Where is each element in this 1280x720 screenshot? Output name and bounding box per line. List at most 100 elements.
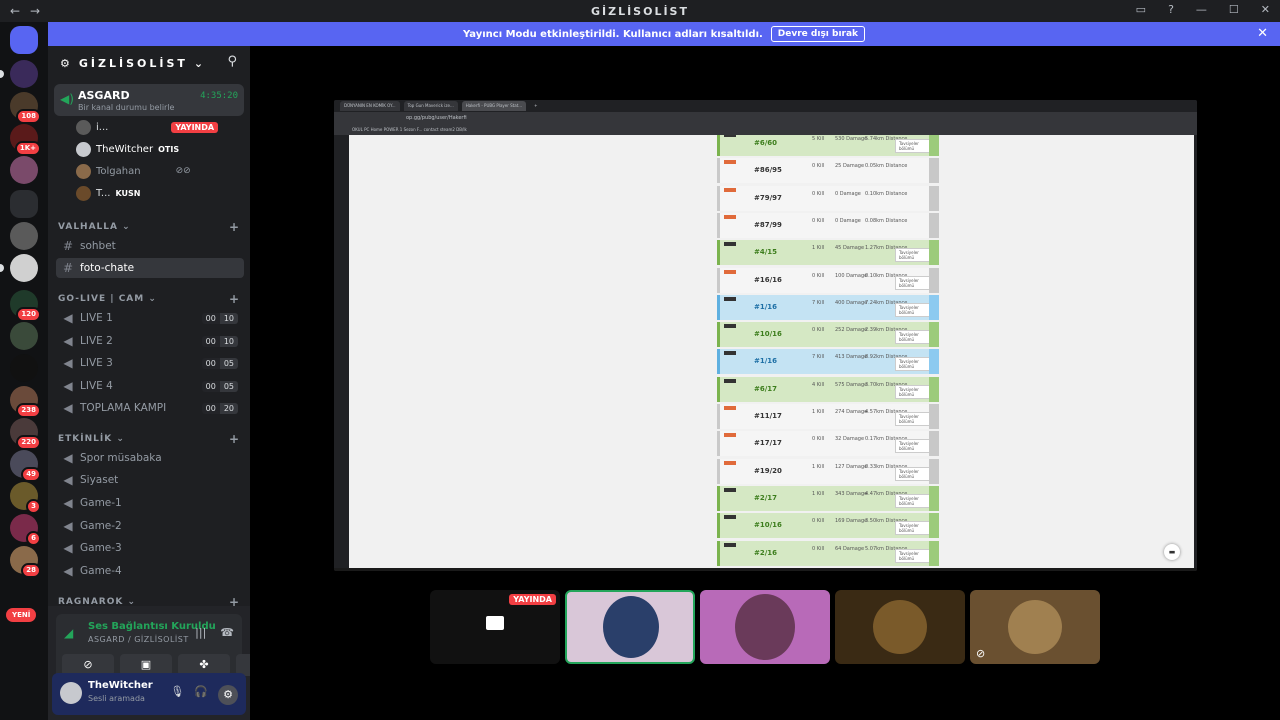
category-etkinlik[interactable]: ETKİNLİK ⌄ + xyxy=(58,432,240,446)
avatar xyxy=(76,163,91,179)
expand-toggle xyxy=(929,294,939,320)
channel-sohbet[interactable]: # sohbet xyxy=(56,236,244,256)
channel-live-4[interactable]: ◀ LIVE 4 00 05 xyxy=(56,376,244,396)
match-damage: 45 Damage xyxy=(835,245,865,252)
match-rank: #6/17 xyxy=(754,384,778,393)
avatar xyxy=(76,185,91,201)
mode-badge xyxy=(724,515,736,520)
help-icon[interactable]: ? xyxy=(1168,3,1174,16)
folder-icon[interactable] xyxy=(10,190,38,218)
channel-live-3[interactable]: ◀ LIVE 3 00 05 xyxy=(56,353,244,373)
server-icon[interactable]: 238 xyxy=(10,386,41,418)
title-bar: ←→ GİZLİSOLİST ▭ ? — ☐ ✕ xyxy=(0,0,1280,22)
server-icon[interactable] xyxy=(10,222,38,250)
signal-icon[interactable]: ◢ xyxy=(64,626,73,640)
webpage: ▬ #6/60 5 Kill 530 Damage 5.74km Distance Ta… xyxy=(349,135,1194,568)
expand-toggle xyxy=(929,513,939,539)
match-kills: 0 Kill xyxy=(812,190,825,197)
channel-game-3[interactable]: ◀ Game-3 xyxy=(56,538,244,558)
server-icon[interactable] xyxy=(10,156,38,184)
category-golive[interactable]: GO-LIVE | CAM ⌄ + xyxy=(58,292,240,306)
minimize-icon[interactable]: — xyxy=(1196,3,1207,16)
browser-tab: Hakerfi - PUBG Player Stat... xyxy=(461,101,527,111)
voice-user[interactable]: Tolgahan ⊘⊘ xyxy=(76,162,191,180)
server-icon[interactable]: 3 xyxy=(10,482,41,514)
mode-badge xyxy=(724,351,736,356)
channel-game-4[interactable]: ◀ Game-4 xyxy=(56,561,244,581)
disable-streamer-mode-button[interactable]: Devre dışı bırak xyxy=(770,26,866,42)
settings-gear-icon[interactable]: ⚙ xyxy=(218,685,238,705)
channel-spor[interactable]: ◀ Spor müsabaka xyxy=(56,448,244,468)
discord-home-icon[interactable] xyxy=(10,26,38,54)
channel-live-2[interactable]: ◀ LIVE 2 00 10 xyxy=(56,331,244,351)
channel-siyaset[interactable]: ◀ Siyaset xyxy=(56,470,244,490)
browser-tab: Top Gun Maverick ize... xyxy=(403,101,458,111)
match-row: #10/16 0 Kill 169 Damage 3.50km Distance Tav… xyxy=(717,513,939,539)
match-damage: 127 Damage xyxy=(835,463,868,470)
noise-suppression-icon[interactable]: ||| xyxy=(195,626,206,639)
close-icon[interactable]: ✕ xyxy=(1257,26,1268,41)
channel-toplama-kampi[interactable]: ◀ TOPLAMA KAMPI 00 20 xyxy=(56,398,244,418)
user-limit-badge: 00 10 xyxy=(201,312,238,324)
add-channel-icon[interactable]: + xyxy=(229,432,240,446)
mention-badge: 49 xyxy=(21,467,41,482)
voice-channel-asgard[interactable]: ◀) ASGARD Bir kanal durumu belirle 4:35:… xyxy=(54,84,244,116)
channel-live-1[interactable]: ◀ LIVE 1 00 10 xyxy=(56,308,244,328)
participant-tile[interactable] xyxy=(835,590,965,664)
participant-tile[interactable] xyxy=(565,590,695,664)
avatar[interactable] xyxy=(60,682,82,704)
category-valhalla[interactable]: VALHALLA ⌄ + xyxy=(58,220,240,234)
mode-badge xyxy=(724,187,736,192)
add-channel-icon[interactable]: + xyxy=(229,292,240,306)
server-icon[interactable] xyxy=(0,60,38,88)
participant-tile[interactable] xyxy=(700,590,830,664)
microphone-icon[interactable]: 🎙 xyxy=(170,685,184,705)
server-icon[interactable]: 6 xyxy=(10,514,41,546)
match-row: #6/60 5 Kill 530 Damage 5.74km Distance Tavs… xyxy=(717,135,939,156)
match-kills: 0 Kill xyxy=(812,163,825,170)
browser-sidebar xyxy=(334,135,349,565)
match-rank: #2/17 xyxy=(754,493,778,502)
banner-text: Yayıncı Modu etkinleştirildi. Kullanıcı … xyxy=(462,28,763,40)
expand-toggle xyxy=(929,135,939,156)
voice-user[interactable]: TheWitcher OTIS xyxy=(76,140,179,158)
server-icon[interactable]: 220 xyxy=(10,418,41,450)
server-icon[interactable] xyxy=(10,354,38,382)
server-icon[interactable]: 108 xyxy=(10,92,41,124)
headset-icon[interactable]: 🎧 xyxy=(194,685,208,705)
match-kills: 4 Kill xyxy=(812,381,825,388)
user-tag: KUSN xyxy=(115,188,141,198)
shared-screen[interactable]: DÜNYANIN EN KOMİK OY... Top Gun Maverick… xyxy=(334,100,1197,571)
participant-tile[interactable]: ⊘ xyxy=(970,590,1100,664)
voice-user-name: i... xyxy=(96,121,109,133)
guild-header[interactable]: ⚙ GİZLİSOLİST ⌄ ⚲ xyxy=(48,46,250,80)
invite-people-icon[interactable]: ⚲ xyxy=(227,54,240,69)
disconnect-icon[interactable]: ☎ xyxy=(220,626,234,639)
add-channel-icon[interactable]: + xyxy=(229,220,240,234)
match-kills: 0 Kill xyxy=(812,217,825,224)
match-damage: 100 Damage xyxy=(835,272,868,279)
match-kills: 1 Kill xyxy=(812,463,825,470)
server-icon[interactable] xyxy=(0,254,38,282)
channel-foto-chate[interactable]: # foto-chate xyxy=(56,258,244,278)
channel-game-1[interactable]: ◀ Game-1 xyxy=(56,493,244,513)
voice-user[interactable]: T... KUSN xyxy=(76,184,140,202)
username[interactable]: TheWitcher xyxy=(88,680,153,691)
close-window-icon[interactable]: ✕ xyxy=(1261,3,1270,16)
server-icon[interactable]: 28 xyxy=(10,546,41,578)
channel-status[interactable]: Bir kanal durumu belirle xyxy=(78,103,174,112)
inbox-icon[interactable]: ▭ xyxy=(1136,3,1146,16)
participant-tile[interactable]: YAYINDA xyxy=(430,590,560,664)
channel-game-2[interactable]: ◀ Game-2 xyxy=(56,516,244,536)
server-icon[interactable]: 120 xyxy=(10,290,41,322)
match-kills: 0 Kill xyxy=(812,436,825,443)
new-unreads-pill[interactable]: YENİ xyxy=(6,608,37,622)
connection-location[interactable]: ASGARD / GİZLİSOLİST xyxy=(88,635,189,644)
server-icon[interactable]: 49 xyxy=(10,450,41,482)
server-icon[interactable]: 1K+ xyxy=(10,124,41,156)
maximize-icon[interactable]: ☐ xyxy=(1229,3,1239,16)
windows-taskbar xyxy=(334,568,1197,571)
voice-user[interactable]: i... YAYINDA xyxy=(76,118,219,136)
mode-badge xyxy=(724,460,736,465)
server-icon[interactable] xyxy=(10,322,38,350)
